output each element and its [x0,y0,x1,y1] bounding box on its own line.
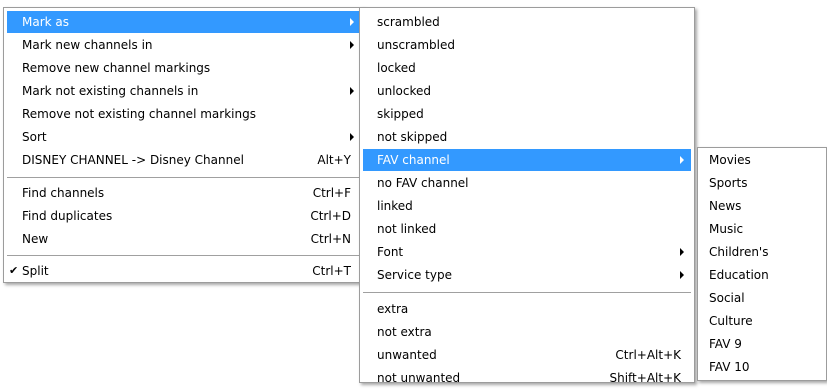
menu-item-label: DISNEY CHANNEL -> Disney Channel [22,153,244,167]
menu-item-label: Split [22,264,49,278]
menu-item-not-extra[interactable]: not extra [363,321,691,343]
menu-item-label: News [709,199,742,213]
submenu-mark-as: scrambled unscrambled locked unlocked sk… [359,7,695,385]
menu-item-no-fav-channel[interactable]: no FAV channel [363,172,691,194]
context-menu-main: Mark as Mark new channels in Remove new … [3,7,365,283]
submenu-arrow-icon [680,248,684,256]
menu-item-shortcut: Ctrl+D [310,209,351,223]
menu-item-label: Music [709,222,744,236]
menu-item-label: Sports [709,176,748,190]
menu-item-shortcut: Alt+Y [317,153,351,167]
checkmark-icon: ✔ [9,264,19,277]
menu-item-fav-social[interactable]: Social [701,287,823,309]
menu-item-fav-movies[interactable]: Movies [701,149,823,171]
menu-item-label: FAV 9 [709,337,742,351]
menu-item-label: FAV channel [377,153,450,167]
menu-item-label: linked [377,199,413,213]
menu-item-font[interactable]: Font [363,241,691,263]
menu-item-label: Mark not existing channels in [22,84,199,98]
menu-item-label: unwanted [377,348,437,362]
menu-item-linked[interactable]: linked [363,195,691,217]
menu-item-label: unscrambled [377,38,455,52]
menu-item-unlocked[interactable]: unlocked [363,80,691,102]
menu-item-fav-channel[interactable]: FAV channel [363,149,691,171]
menu-item-label: Find channels [22,186,105,200]
submenu-arrow-icon [680,271,684,279]
menu-item-not-skipped[interactable]: not skipped [363,126,691,148]
menu-separator [7,255,361,257]
menu-item-label: no FAV channel [377,176,469,190]
menu-item-remove-new-channel-markings[interactable]: Remove new channel markings [7,57,361,79]
menu-item-label: locked [377,61,416,75]
submenu-fav-channel: Movies Sports News Music Children's Educ… [697,147,827,381]
menu-separator [363,292,691,294]
menu-item-label: Mark new channels in [22,38,153,52]
menu-item-label: Mark as [22,15,70,29]
menu-item-shortcut: Shift+Alt+K [609,371,681,385]
submenu-arrow-icon [350,18,354,26]
menu-item-mark-new-channels-in[interactable]: Mark new channels in [7,34,361,56]
menu-item-mark-as[interactable]: Mark as [7,11,361,33]
menu-item-label: scrambled [377,15,440,29]
menu-item-fav-childrens[interactable]: Children's [701,241,823,263]
menu-item-fav-news[interactable]: News [701,195,823,217]
menu-item-fav-sports[interactable]: Sports [701,172,823,194]
menu-item-label: New [22,232,49,246]
menu-item-split[interactable]: ✔ Split Ctrl+T [7,260,361,282]
menu-item-label: Movies [709,153,751,167]
menu-item-extra[interactable]: extra [363,298,691,320]
menu-item-shortcut: Ctrl+T [312,264,351,278]
menu-item-label: Find duplicates [22,209,113,223]
menu-item-not-linked[interactable]: not linked [363,218,691,240]
menu-item-label: Remove not existing channel markings [22,107,256,121]
menu-item-remove-not-existing-channel-markings[interactable]: Remove not existing channel markings [7,103,361,125]
menu-item-find-channels[interactable]: Find channels Ctrl+F [7,182,361,204]
menu-item-mark-not-existing-channels-in[interactable]: Mark not existing channels in [7,80,361,102]
menu-item-label: not skipped [377,130,448,144]
menu-item-not-unwanted[interactable]: not unwanted Shift+Alt+K [363,367,691,389]
menu-item-label: unlocked [377,84,432,98]
submenu-arrow-icon [680,156,684,164]
menu-item-label: extra [377,302,409,316]
menu-item-label: skipped [377,107,424,121]
menu-item-fav-10[interactable]: FAV 10 [701,356,823,378]
menu-item-label: not linked [377,222,437,236]
submenu-arrow-icon [350,87,354,95]
menu-item-locked[interactable]: locked [363,57,691,79]
menu-item-new[interactable]: New Ctrl+N [7,228,361,250]
menu-item-scrambled[interactable]: scrambled [363,11,691,33]
menu-item-label: not extra [377,325,432,339]
menu-item-fav-culture[interactable]: Culture [701,310,823,332]
menu-item-unscrambled[interactable]: unscrambled [363,34,691,56]
menu-item-sort[interactable]: Sort [7,126,361,148]
menu-item-skipped[interactable]: skipped [363,103,691,125]
menu-item-shortcut: Ctrl+N [310,232,351,246]
menu-item-label: Remove new channel markings [22,61,211,75]
menu-item-label: not unwanted [377,371,461,385]
menu-item-label: Sort [22,130,47,144]
menu-item-label: Education [709,268,769,282]
menu-item-label: Font [377,245,404,259]
menu-item-unwanted[interactable]: unwanted Ctrl+Alt+K [363,344,691,366]
menu-item-fav-music[interactable]: Music [701,218,823,240]
menu-item-label: Service type [377,268,452,282]
menu-item-shortcut: Ctrl+Alt+K [615,348,681,362]
menu-item-rename-disney-channel[interactable]: DISNEY CHANNEL -> Disney Channel Alt+Y [7,149,361,171]
menu-item-shortcut: Ctrl+F [312,186,351,200]
menu-separator [7,177,361,179]
menu-item-find-duplicates[interactable]: Find duplicates Ctrl+D [7,205,361,227]
submenu-arrow-icon [350,133,354,141]
menu-item-service-type[interactable]: Service type [363,264,691,286]
menu-item-label: Social [709,291,745,305]
menu-item-fav-education[interactable]: Education [701,264,823,286]
menu-item-label: Culture [709,314,753,328]
menu-item-label: FAV 10 [709,360,750,374]
submenu-arrow-icon [350,41,354,49]
menu-item-label: Children's [709,245,769,259]
menu-item-fav-9[interactable]: FAV 9 [701,333,823,355]
